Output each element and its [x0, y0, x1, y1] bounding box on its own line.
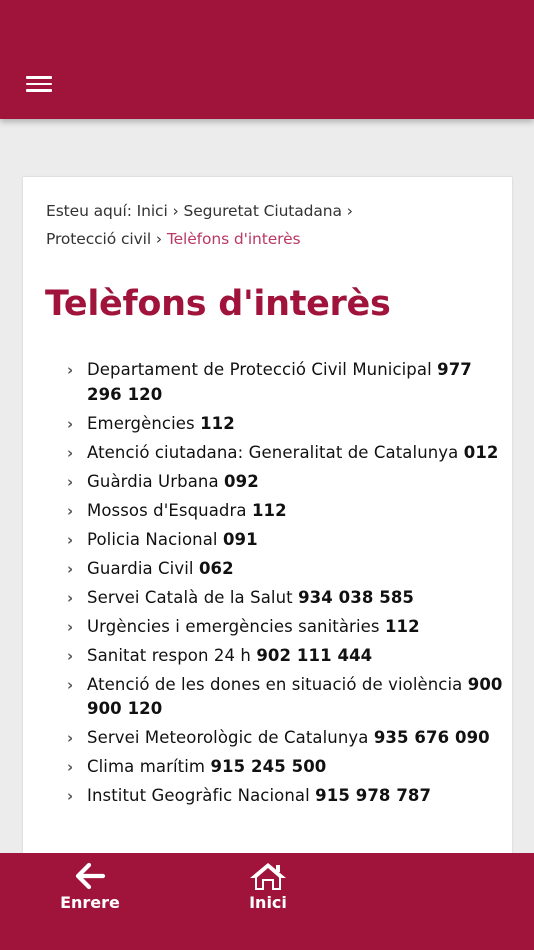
- chevron-right-icon: ›: [67, 729, 74, 747]
- chevron-right-icon: ›: [67, 501, 74, 520]
- list-item: › Mossos d'Esquadra 112: [63, 499, 503, 524]
- phone-label: Institut Geogràfic Nacional: [87, 786, 310, 805]
- chevron-right-icon: ›: [67, 617, 74, 636]
- phone-number-link[interactable]: 935 676 090: [374, 728, 490, 747]
- phone-label: Guardia Civil: [87, 558, 194, 578]
- breadcrumb-prefix: Esteu aquí:: [46, 202, 132, 220]
- breadcrumb-current: Telèfons d'interès: [166, 230, 301, 248]
- breadcrumb-separator: ›: [172, 202, 179, 220]
- home-icon: [250, 863, 286, 890]
- phone-label: Policia Nacional: [87, 529, 218, 549]
- list-item: › Servei Català de la Salut 934 038 585: [63, 586, 503, 611]
- hamburger-menu-icon[interactable]: [26, 76, 54, 92]
- chevron-right-icon: ›: [67, 675, 74, 694]
- phone-label: Servei Català de la Salut: [87, 587, 293, 607]
- phone-label: Departament de Protecció Civil Municipal: [87, 360, 432, 379]
- breadcrumb-link-proteccio-civil[interactable]: Protecció civil: [46, 230, 151, 248]
- chevron-right-icon: ›: [67, 559, 74, 578]
- list-item: › Urgències i emergències sanitàries 112: [63, 615, 503, 640]
- phone-number-link[interactable]: 902 111 444: [256, 646, 372, 665]
- breadcrumb: Esteu aquí: Inici › Seguretat Ciutadana …: [46, 197, 486, 253]
- page-title: Telèfons d'interès: [45, 284, 391, 324]
- breadcrumb-link-seguretat-ciutadana[interactable]: Seguretat Ciutadana: [183, 202, 342, 220]
- chevron-right-icon: ›: [67, 758, 74, 776]
- phone-number-link[interactable]: 112: [200, 414, 235, 433]
- list-item: › Guardia Civil 062: [63, 557, 503, 582]
- list-item: › Guàrdia Urbana 092: [63, 470, 503, 495]
- breadcrumb-link-inici[interactable]: Inici: [137, 202, 168, 220]
- phone-number-link[interactable]: 091: [223, 530, 258, 549]
- phone-number-link[interactable]: 915 245 500: [210, 757, 326, 776]
- list-item: › Departament de Protecció Civil Municipa…: [63, 358, 503, 407]
- phone-label: Servei Meteorològic de Catalunya: [87, 728, 369, 747]
- phone-number-link[interactable]: 062: [199, 559, 234, 578]
- home-button[interactable]: Inici: [226, 861, 310, 912]
- phone-number-link[interactable]: 112: [385, 617, 420, 636]
- back-button-label: Enrere: [60, 893, 120, 912]
- chevron-right-icon: ›: [67, 472, 74, 491]
- phone-number-link[interactable]: 092: [224, 472, 259, 491]
- chevron-right-icon: ›: [67, 787, 74, 805]
- arrow-left-icon: [75, 862, 106, 890]
- chevron-right-icon: ›: [67, 530, 74, 549]
- list-item: › Policia Nacional 091: [63, 528, 503, 553]
- list-item: › Servei Meteorològic de Catalunya 935 67…: [63, 726, 503, 751]
- phone-label: Urgències i emergències sanitàries: [87, 616, 380, 636]
- phone-label: Mossos d'Esquadra: [87, 500, 247, 520]
- chevron-right-icon: ›: [67, 414, 74, 433]
- chevron-right-icon: ›: [67, 361, 74, 379]
- chevron-right-icon: ›: [67, 646, 74, 665]
- content-card: Esteu aquí: Inici › Seguretat Ciutadana …: [23, 177, 512, 877]
- phone-list: › Departament de Protecció Civil Municipa…: [63, 358, 503, 813]
- phone-number-link[interactable]: 915 978 787: [315, 786, 431, 805]
- phone-number-link[interactable]: 012: [464, 443, 499, 462]
- list-item: › Atenció de les dones en situació de vio…: [63, 673, 503, 722]
- phone-label: Sanitat respon 24 h: [87, 645, 251, 665]
- phone-number-link[interactable]: 934 038 585: [298, 588, 414, 607]
- phone-label: Atenció ciutadana: Generalitat de Catalu…: [87, 442, 459, 462]
- breadcrumb-separator: ›: [155, 230, 163, 248]
- list-item: › Atenció ciutadana: Generalitat de Catal…: [63, 441, 503, 466]
- phone-label: Clima marítim: [87, 757, 206, 776]
- phone-label: Guàrdia Urbana: [87, 471, 219, 491]
- list-item: › Clima marítim 915 245 500: [63, 755, 503, 780]
- list-item: › Emergències 112: [63, 412, 503, 437]
- phone-label: Atenció de les dones en situació de viol…: [87, 674, 463, 694]
- phone-number-link[interactable]: 112: [252, 501, 287, 520]
- list-item: › Sanitat respon 24 h 902 111 444: [63, 644, 503, 669]
- chevron-right-icon: ›: [67, 588, 74, 607]
- bottom-nav-bar: Enrere Inici: [0, 853, 534, 950]
- chevron-right-icon: ›: [67, 443, 74, 462]
- breadcrumb-separator: ›: [346, 202, 353, 220]
- home-button-label: Inici: [249, 893, 287, 912]
- back-button[interactable]: Enrere: [48, 861, 132, 912]
- phone-label: Emergències: [87, 413, 195, 433]
- top-app-bar: [0, 0, 534, 119]
- list-item: › Institut Geogràfic Nacional 915 978 787: [63, 784, 503, 809]
